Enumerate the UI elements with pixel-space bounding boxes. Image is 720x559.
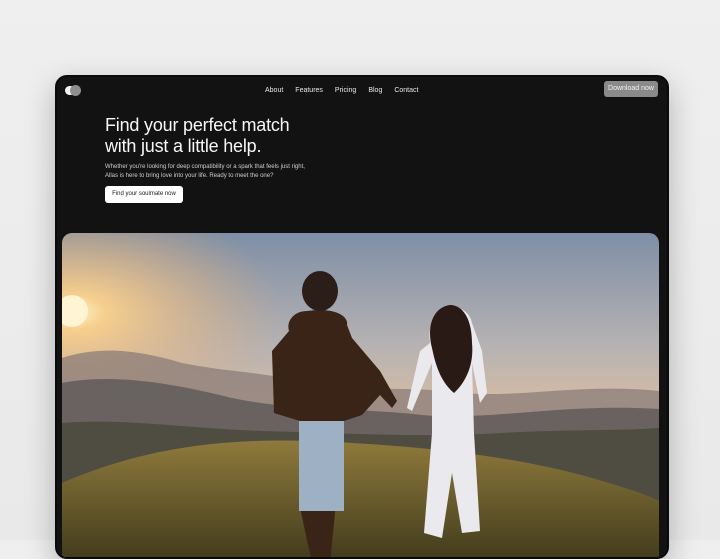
find-soulmate-button[interactable]: Find your soulmate now	[105, 186, 183, 203]
logo-icon[interactable]	[65, 85, 81, 96]
hero-title-line-1: Find your perfect match	[105, 115, 290, 135]
hero-title-line-2: with just a little help.	[105, 136, 262, 156]
nav-item-about[interactable]: About	[265, 86, 283, 95]
download-button[interactable]: Download now	[604, 81, 658, 97]
top-navigation: About Features Pricing Blog Contact Down…	[57, 77, 667, 105]
hero-title: Find your perfect match with just a litt…	[105, 115, 365, 157]
couple-sunset-illustration	[62, 233, 659, 557]
hero-subtitle: Whether you're looking for deep compatib…	[105, 164, 305, 179]
browser-frame: About Features Pricing Blog Contact Down…	[55, 75, 669, 559]
nav-item-pricing[interactable]: Pricing	[335, 86, 356, 95]
nav-menu: About Features Pricing Blog Contact	[265, 86, 418, 95]
nav-item-contact[interactable]: Contact	[394, 86, 418, 95]
nav-item-features[interactable]: Features	[295, 86, 323, 95]
hero-photo	[62, 233, 659, 557]
nav-item-blog[interactable]: Blog	[368, 86, 382, 95]
